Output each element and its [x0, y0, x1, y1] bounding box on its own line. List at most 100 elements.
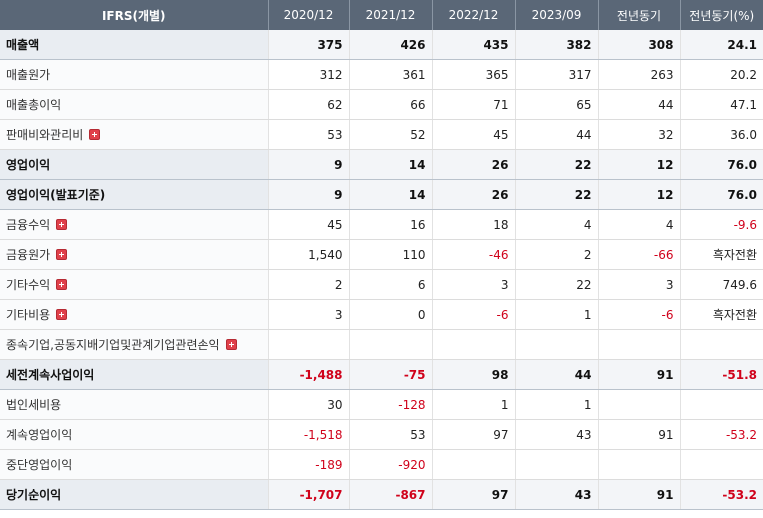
value-cell: [515, 449, 599, 480]
expand-plus-icon[interactable]: [56, 309, 68, 320]
row-label: 세전계속사업이익: [6, 368, 95, 382]
value-cell: 97: [432, 479, 516, 510]
row-label-cell: 금융원가: [0, 239, 269, 270]
value-cell: 36.0: [680, 119, 763, 150]
value-cell: -1,488: [268, 359, 350, 390]
row-label-cell: 세전계속사업이익: [0, 359, 269, 390]
value-cell: 53: [268, 119, 350, 150]
expand-plus-icon[interactable]: [56, 279, 68, 290]
value-cell: 317: [515, 59, 599, 90]
value-cell: 65: [515, 89, 599, 120]
value-cell: 2: [515, 239, 599, 270]
row-label: 기타수익: [6, 278, 51, 292]
value-cell: [598, 329, 681, 360]
row-label-cell: 당기순이익: [0, 479, 269, 510]
table-row: 중단영업이익 -189 -920: [0, 449, 763, 480]
header-2023-09: 2023/09: [515, 0, 599, 30]
value-cell: 4: [515, 209, 599, 240]
row-label-cell: 영업이익: [0, 149, 269, 180]
value-cell: 0: [349, 299, 433, 330]
value-cell: 263: [598, 59, 681, 90]
value-cell: 98: [432, 359, 516, 390]
value-cell: [680, 389, 763, 420]
value-cell: 308: [598, 30, 681, 60]
value-cell: 흑자전환: [680, 239, 763, 270]
value-cell: [432, 329, 516, 360]
value-cell: 2: [268, 269, 350, 300]
value-cell: 749.6: [680, 269, 763, 300]
value-cell: 435: [432, 30, 516, 60]
value-cell: 9: [268, 149, 350, 180]
value-cell: 53: [349, 419, 433, 450]
value-cell: [598, 389, 681, 420]
table-row: 영업이익(발표기준) 9 14 26 22 12 76.0: [0, 179, 763, 210]
row-label: 기타비용: [6, 308, 51, 322]
value-cell: 47.1: [680, 89, 763, 120]
table-row: 계속영업이익 -1,518 53 97 43 91 -53.2: [0, 419, 763, 450]
table-row: 법인세비용 30 -128 1 1: [0, 389, 763, 420]
header-row: IFRS(개별) 2020/12 2021/12 2022/12 2023/09…: [0, 0, 763, 30]
expand-plus-icon[interactable]: [225, 339, 237, 350]
value-cell: 45: [432, 119, 516, 150]
value-cell: 3: [432, 269, 516, 300]
value-cell: -867: [349, 479, 433, 510]
value-cell: 76.0: [680, 179, 763, 210]
value-cell: 22: [515, 149, 599, 180]
value-cell: -128: [349, 389, 433, 420]
table-row: 금융수익 45 16 18 4 4 -9.6: [0, 209, 763, 240]
value-cell: 4: [598, 209, 681, 240]
value-cell: 426: [349, 30, 433, 60]
value-cell: -53.2: [680, 419, 763, 450]
value-cell: 흑자전환: [680, 299, 763, 330]
value-cell: 43: [515, 419, 599, 450]
table-row: 기타비용 3 0 -6 1 -6 흑자전환: [0, 299, 763, 330]
value-cell: 43: [515, 479, 599, 510]
expand-plus-icon[interactable]: [56, 249, 68, 260]
row-label: 매출원가: [6, 68, 51, 82]
value-cell: -189: [268, 449, 350, 480]
value-cell: 1: [432, 389, 516, 420]
table-row: 기타수익 2 6 3 22 3 749.6: [0, 269, 763, 300]
value-cell: 97: [432, 419, 516, 450]
value-cell: 26: [432, 149, 516, 180]
value-cell: -9.6: [680, 209, 763, 240]
row-label: 계속영업이익: [6, 428, 73, 442]
value-cell: 22: [515, 179, 599, 210]
value-cell: 22: [515, 269, 599, 300]
value-cell: -1,707: [268, 479, 350, 510]
value-cell: -46: [432, 239, 516, 270]
value-cell: 45: [268, 209, 350, 240]
value-cell: [598, 449, 681, 480]
value-cell: 71: [432, 89, 516, 120]
row-label: 매출총이익: [6, 98, 62, 112]
value-cell: -920: [349, 449, 433, 480]
value-cell: 44: [515, 119, 599, 150]
value-cell: 1: [515, 299, 599, 330]
header-prior-period-pct: 전년동기(%): [680, 0, 763, 30]
value-cell: 52: [349, 119, 433, 150]
value-cell: 110: [349, 239, 433, 270]
row-label: 금융원가: [6, 248, 51, 262]
value-cell: 12: [598, 179, 681, 210]
value-cell: [680, 449, 763, 480]
header-2020-12: 2020/12: [268, 0, 350, 30]
financial-table: IFRS(개별) 2020/12 2021/12 2022/12 2023/09…: [0, 0, 763, 510]
value-cell: 365: [432, 59, 516, 90]
table-row: 종속기업,공동지배기업및관계기업관련손익: [0, 329, 763, 360]
expand-plus-icon[interactable]: [56, 219, 68, 230]
value-cell: 14: [349, 149, 433, 180]
value-cell: 6: [349, 269, 433, 300]
value-cell: 1: [515, 389, 599, 420]
row-label: 금융수익: [6, 218, 51, 232]
row-label-cell: 매출총이익: [0, 89, 269, 120]
row-label: 매출액: [6, 38, 40, 52]
header-prior-period: 전년동기: [598, 0, 681, 30]
value-cell: 312: [268, 59, 350, 90]
value-cell: -6: [432, 299, 516, 330]
expand-plus-icon[interactable]: [89, 129, 101, 140]
header-ifrs: IFRS(개별): [0, 0, 269, 30]
value-cell: [432, 449, 516, 480]
value-cell: 62: [268, 89, 350, 120]
value-cell: -6: [598, 299, 681, 330]
value-cell: 1,540: [268, 239, 350, 270]
